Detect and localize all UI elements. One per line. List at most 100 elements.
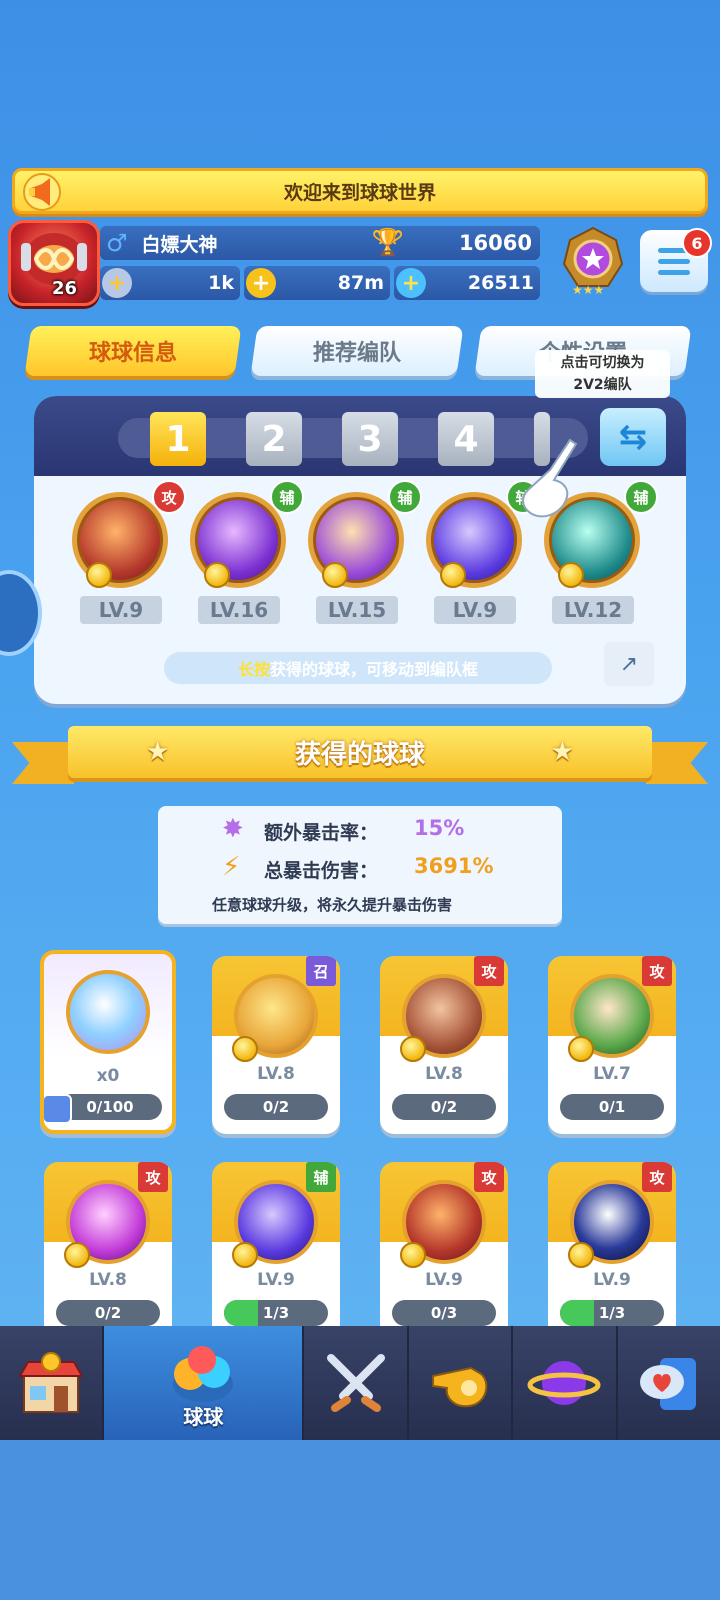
nav-planet[interactable] (513, 1326, 618, 1440)
ball-card-robot[interactable]: 攻 LV.8 0/2 (44, 1162, 172, 1340)
ball-card-bear-summon[interactable]: 召 LV.8 0/2 (212, 956, 340, 1134)
section-title: 获得的球球 (294, 739, 425, 770)
role-tag-attack: 攻 (642, 956, 672, 986)
ribbon-tail-right (646, 742, 708, 784)
svg-text:★★★: ★★★ (572, 283, 604, 297)
team-ball-level: LV.16 (198, 596, 280, 624)
extra-crit-value: 15% (414, 816, 465, 840)
hint-text: 获得的球球，可移动到编队框 (270, 660, 479, 679)
welcome-banner: 欢迎来到球球世界 (12, 168, 708, 214)
card-level: LV.7 (593, 1064, 631, 1084)
gems-value: 26511 (467, 272, 534, 294)
energy-value: 1k (208, 272, 234, 294)
progress-text: 1/3 (598, 1304, 626, 1322)
slot-number: 1 (165, 418, 191, 460)
role-tag-support: 辅 (270, 480, 304, 514)
swap-tooltip: 点击可切换为 2V2编队 (535, 350, 670, 398)
tab-recommended-team[interactable]: 推荐编队 (250, 326, 464, 376)
coin-icon (400, 1242, 426, 1268)
welcome-text: 欢迎来到球球世界 (283, 181, 436, 204)
card-progress: 0/2 (392, 1094, 496, 1120)
nav-shop[interactable] (0, 1326, 105, 1440)
role-tag-attack: 攻 (474, 1162, 504, 1192)
player-name-bar: ♂ 白嫖大神 🏆 16060 (100, 226, 540, 260)
progress-fill (224, 1300, 259, 1326)
ball-card-logger[interactable]: 攻 LV.7 0/1 (548, 956, 676, 1134)
rank-medal-icon[interactable]: ★★★ (556, 224, 630, 298)
progress-text: 0/2 (430, 1098, 458, 1116)
share-button[interactable]: ↗ (604, 642, 654, 686)
ball-card-opera-mask[interactable]: 攻 LV.9 1/3 (548, 1162, 676, 1340)
player-level: 26 (52, 278, 78, 299)
team-slot-2[interactable]: 2 (246, 412, 302, 466)
swap-mode-button[interactable]: ⇆ (600, 408, 666, 466)
coin-plus-icon[interactable]: + (246, 268, 276, 298)
crit-damage-icon: ⚡ (222, 852, 241, 882)
progress-text: 1/3 (262, 1304, 290, 1322)
card-level: LV.8 (425, 1064, 463, 1084)
tooltip-line-1: 点击可切换为 (560, 355, 645, 371)
team-slot-3[interactable]: 3 (342, 412, 398, 466)
ball-card-infinity[interactable]: 攻 LV.9 0/3 (380, 1162, 508, 1340)
bottom-background (0, 1440, 720, 1600)
nav-battle[interactable] (304, 1326, 409, 1440)
nav-balls[interactable]: 球球 (104, 1326, 305, 1440)
battle-swords-icon (326, 1354, 385, 1412)
team-ball-level: LV.9 (80, 596, 162, 624)
crit-info-panel: ✸ 额外暴击率： 15% ⚡ 总暴击伤害： 3691% 任意球球升级，将永久提升… (158, 806, 562, 924)
coin-icon (232, 1036, 258, 1062)
tab-label: 球球信息 (88, 341, 177, 366)
team-slot-1[interactable]: 1 (150, 412, 206, 466)
nav-chat[interactable] (618, 1326, 720, 1440)
energy-bar[interactable]: + 1k (100, 266, 240, 300)
card-progress: 0/1 (560, 1094, 664, 1120)
crit-note: 任意球球升级，将永久提升暴击伤害 (212, 896, 453, 914)
gem-plus-icon[interactable]: + (396, 268, 426, 298)
team-panel: 1 2 3 4 ⇆ 攻 LV.9 辅 LV.16 辅 LV.15 辅 LV.9 … (34, 396, 686, 704)
card-level: LV.8 (89, 1270, 127, 1290)
progress-text: 0/1 (598, 1098, 626, 1116)
chat-heart-icon (639, 1358, 696, 1410)
coin-icon (568, 1242, 594, 1268)
coin-icon (64, 1242, 90, 1268)
role-tag-attack: 攻 (138, 1162, 168, 1192)
card-level: LV.9 (257, 1270, 295, 1290)
coin-icon (204, 562, 230, 588)
puzzle-icon (44, 1094, 72, 1124)
role-tag-attack: 攻 (152, 480, 186, 514)
coin-icon (440, 562, 466, 588)
hint-emphasis: 长按 (237, 660, 270, 679)
card-progress: 0/2 (56, 1300, 160, 1326)
total-crit-value: 3691% (414, 854, 494, 878)
tooltip-line-2: 2V2编队 (573, 377, 632, 393)
ball-card-lightning[interactable]: 辅 LV.9 1/3 (212, 1162, 340, 1340)
coin-icon (558, 562, 584, 588)
crit-rate-icon: ✸ (222, 814, 244, 844)
upgrade-orb-icon (66, 970, 150, 1054)
team-hint-bar: 长按 获得的球球，可移动到编队框 (164, 652, 552, 684)
role-tag-support: 辅 (388, 480, 422, 514)
coins-bar[interactable]: + 87m (244, 266, 390, 300)
extra-crit-label: 额外暴击率： (264, 822, 379, 844)
card-level: LV.8 (257, 1064, 295, 1084)
whistle-icon (432, 1366, 488, 1408)
tab-ball-info[interactable]: 球球信息 (24, 326, 242, 376)
team-slot-4[interactable]: 4 (438, 412, 494, 466)
pointing-hand-icon (522, 438, 578, 518)
nav-balls-label: 球球 (183, 1405, 224, 1429)
coins-value: 87m (337, 272, 384, 294)
ball-card-upgrade[interactable]: x0 0/100 (40, 950, 176, 1134)
card-progress: 1/3 (560, 1300, 664, 1326)
progress-text: 0/100 (86, 1098, 134, 1116)
progress-fill (560, 1300, 595, 1326)
nav-whistle[interactable] (409, 1326, 514, 1440)
gems-bar[interactable]: + 26511 (394, 266, 540, 300)
notification-badge: 6 (682, 228, 712, 258)
progress-text: 0/3 (430, 1304, 458, 1322)
section-ribbon: ★ 获得的球球 ★ (68, 726, 652, 778)
energy-plus-icon[interactable]: + (102, 268, 132, 298)
card-count: x0 (96, 1066, 120, 1086)
coin-icon (86, 562, 112, 588)
role-tag-support: 辅 (624, 480, 658, 514)
ball-card-brown-bear[interactable]: 攻 LV.8 0/2 (380, 956, 508, 1134)
